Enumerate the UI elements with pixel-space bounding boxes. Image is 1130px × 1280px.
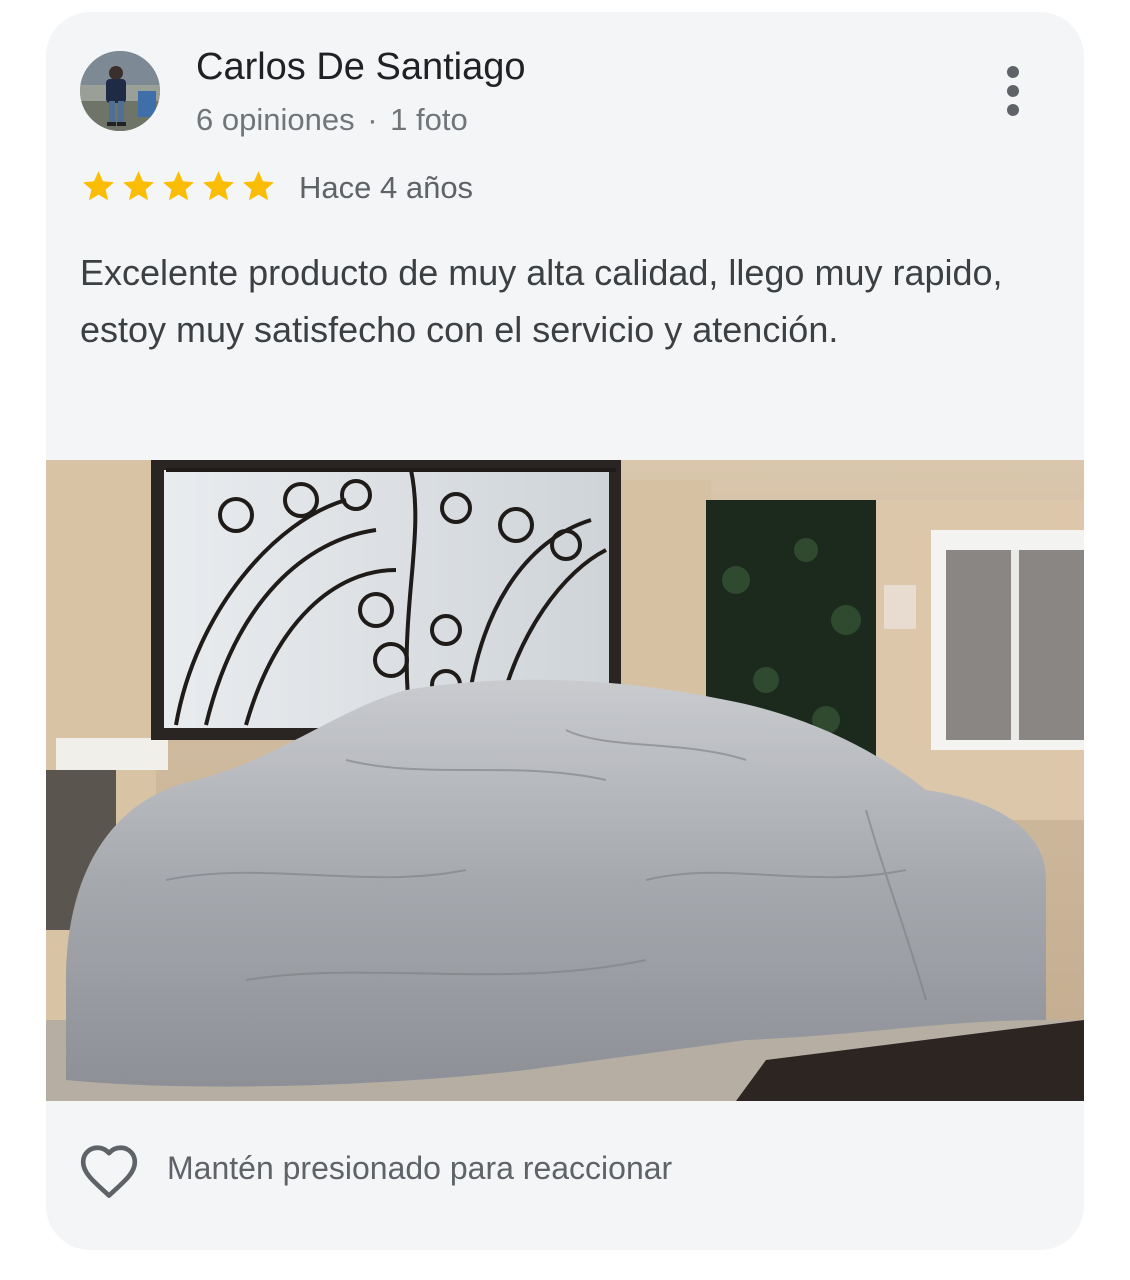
react-button[interactable]: [78, 1142, 140, 1200]
star-icon: [123, 171, 154, 201]
reviewer-avatar[interactable]: [80, 51, 160, 131]
photos-count: 1 foto: [390, 102, 468, 137]
review-photo[interactable]: [46, 460, 1084, 1101]
heart-outline-icon: [80, 1145, 138, 1198]
review-date: Hace 4 años: [299, 170, 474, 205]
stats-separator: ·: [367, 102, 378, 137]
star-icon: [163, 171, 194, 201]
reviews-count: 6 opiniones: [196, 102, 355, 137]
star-rating: [80, 168, 277, 208]
star-icon: [83, 171, 114, 201]
more-options-button[interactable]: [998, 64, 1028, 118]
more-vert-icon: [1007, 66, 1019, 116]
review-text: Excelente producto de muy alta calidad, …: [80, 252, 1003, 350]
star-icon: [203, 171, 234, 201]
star-icon: [243, 171, 274, 201]
reaction-hint: Mantén presionado para reaccionar: [167, 1150, 673, 1186]
review-card: Carlos De Santiago 6 opiniones · 1 foto …: [46, 12, 1084, 1250]
reviewer-stats: 6 opiniones · 1 foto: [196, 102, 468, 138]
reviewer-name[interactable]: Carlos De Santiago: [196, 46, 526, 89]
